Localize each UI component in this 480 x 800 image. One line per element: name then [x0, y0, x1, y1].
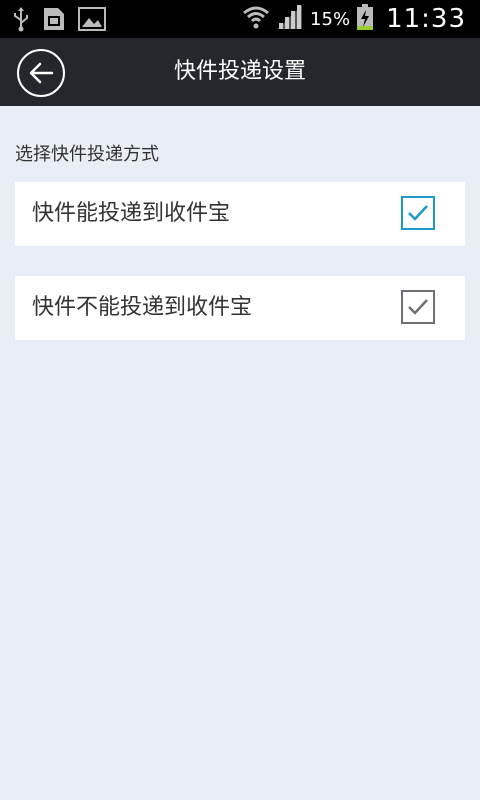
app-bar: 快件投递设置: [0, 38, 480, 106]
image-icon: [78, 7, 106, 35]
signal-icon: [276, 3, 304, 35]
page-title: 快件投递设置: [173, 59, 306, 84]
option-checkbox[interactable]: [401, 290, 435, 324]
usb-icon: [12, 6, 30, 36]
option-label: 快件能投递到收件宝: [32, 201, 231, 226]
section-label: 选择快件投递方式: [15, 144, 159, 165]
option-not-deliverable[interactable]: 快件不能投递到收件宝: [15, 276, 465, 340]
wifi-icon: [242, 4, 270, 34]
battery-percent: 15%: [310, 8, 351, 30]
battery-charging-icon: [356, 3, 374, 35]
sim-card-icon: [42, 6, 66, 36]
clock: 11:33: [386, 4, 466, 34]
option-deliverable[interactable]: 快件能投递到收件宝: [15, 182, 465, 246]
option-label: 快件不能投递到收件宝: [32, 295, 253, 320]
option-checkbox[interactable]: [401, 196, 435, 230]
checkmark-icon: [408, 299, 428, 315]
checkmark-icon: [408, 205, 428, 221]
status-bar: 15% 11:33: [0, 0, 480, 38]
